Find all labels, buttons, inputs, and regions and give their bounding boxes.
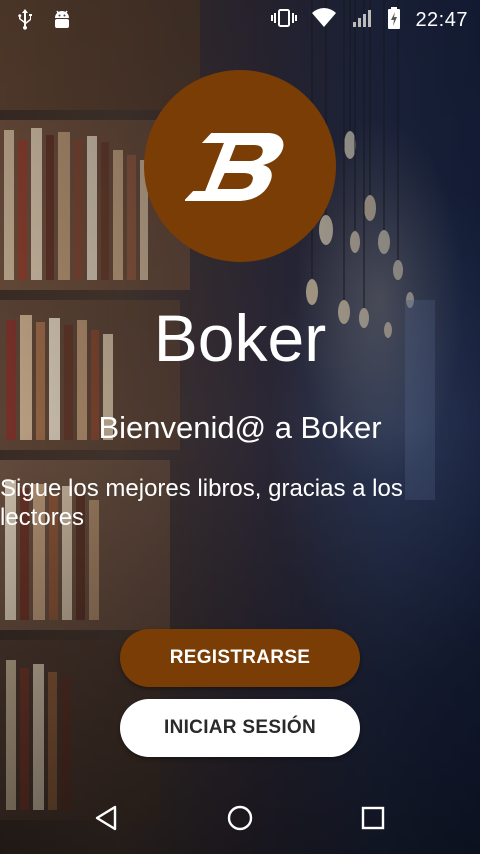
welcome-screen: 22:47 Boker Bienvenid@ a Boker Sigue los… [0,0,480,854]
back-button[interactable] [87,798,127,838]
home-button[interactable] [220,798,260,838]
login-button[interactable]: INICIAR SESIÓN [120,699,360,757]
navigation-bar [0,780,480,854]
welcome-subtitle: Sigue los mejores libros, gracias a los … [0,475,403,531]
signal-icon [351,7,373,34]
status-bar: 22:47 [0,0,480,38]
android-icon [52,8,72,35]
wifi-icon [311,7,337,34]
register-button[interactable]: REGISTRARSE [120,629,360,687]
recents-button[interactable] [353,798,393,838]
status-clock: 22:47 [415,9,468,31]
recents-icon [361,806,385,830]
vibrate-icon [271,7,298,34]
home-icon [227,805,253,831]
logo-b-mark [185,133,284,201]
back-icon [95,805,117,831]
app-logo [144,70,336,262]
usb-icon [16,8,34,35]
welcome-heading: Bienvenid@ a Boker [98,410,382,445]
app-title: Boker [153,301,327,375]
battery-icon [387,6,401,35]
